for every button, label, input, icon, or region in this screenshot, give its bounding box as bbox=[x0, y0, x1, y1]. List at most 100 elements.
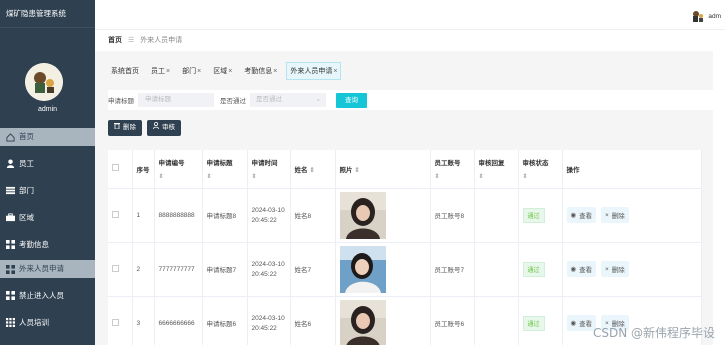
avatar[interactable] bbox=[25, 63, 63, 101]
close-icon[interactable]: × bbox=[273, 68, 277, 75]
tab-attendance[interactable]: 考勤信息× bbox=[241, 63, 280, 79]
cell-account: 员工账号8 bbox=[430, 188, 475, 243]
row-checkbox[interactable] bbox=[112, 264, 119, 272]
view-button[interactable]: ◉ 查看 bbox=[566, 260, 597, 277]
home-icon bbox=[5, 132, 16, 142]
column-header: 操作 bbox=[562, 150, 702, 189]
row-checkbox[interactable] bbox=[112, 210, 119, 218]
sidebar-item-home[interactable]: 首页 bbox=[0, 128, 95, 146]
eye-icon: ◉ bbox=[570, 319, 577, 327]
column-header-label: 审核回复 bbox=[478, 160, 505, 168]
sort-icon[interactable]: ⇕ bbox=[309, 167, 314, 174]
main-content: 首页 ☰ 外来人员申请 系统首页 员工× 部门× 区域× 考勤信息× 外来人员申… bbox=[95, 30, 725, 345]
sort-icon[interactable]: ⇕ bbox=[523, 173, 562, 180]
tab-area[interactable]: 区域× bbox=[210, 63, 235, 79]
column-header[interactable]: 审核状态 ⇕ bbox=[518, 150, 563, 189]
sort-icon[interactable]: ⇕ bbox=[354, 167, 359, 174]
cell-account: 员工账号6 bbox=[430, 296, 475, 345]
sidebar-item-label: 禁止进入人员 bbox=[19, 291, 64, 300]
sidebar-item-staff[interactable]: 员工 bbox=[0, 150, 95, 177]
row-delete-button[interactable]: × 删除 bbox=[600, 207, 629, 224]
close-icon[interactable]: × bbox=[197, 68, 201, 75]
close-icon[interactable]: × bbox=[333, 68, 337, 75]
cell-date: 2024-03-10 bbox=[251, 206, 285, 214]
select-all-checkbox[interactable] bbox=[112, 164, 119, 172]
cell-operations: ◉ 查看 × 删除 bbox=[562, 188, 702, 243]
tab-department[interactable]: 部门× bbox=[179, 63, 204, 79]
applicant-photo[interactable] bbox=[339, 299, 386, 345]
tab-label: 员工 bbox=[151, 68, 165, 75]
column-header[interactable]: 照片 ⇕ bbox=[335, 150, 431, 189]
sidebar-item-area[interactable]: 区域 bbox=[0, 204, 95, 231]
cell-index: 1 bbox=[132, 188, 155, 243]
column-header[interactable]: 审核回复 ⇕ bbox=[474, 150, 519, 189]
view-button[interactable]: ◉ 查看 bbox=[566, 206, 597, 223]
status-badge: 通过 bbox=[522, 207, 545, 223]
tab-visitor-application[interactable]: 外来人员申请× bbox=[286, 62, 342, 80]
delete-button[interactable]: 删除 bbox=[108, 120, 142, 136]
sidebar-item-attendance[interactable]: 考勤信息 bbox=[0, 231, 95, 258]
close-icon[interactable]: × bbox=[228, 68, 232, 75]
sidebar-item-label: 人员培训 bbox=[19, 318, 49, 327]
pass-filter-label: 是否通过 bbox=[220, 98, 246, 105]
cell-code: 6666666666 bbox=[154, 296, 203, 345]
sidebar-item-department[interactable]: 部门 bbox=[0, 177, 95, 204]
column-header[interactable]: 员工账号 ⇕ bbox=[430, 150, 475, 189]
row-delete-button[interactable]: × 删除 bbox=[600, 261, 629, 278]
sort-icon[interactable]: ⇕ bbox=[435, 173, 474, 180]
query-button[interactable]: 查询 bbox=[336, 92, 367, 108]
tab-staff[interactable]: 员工× bbox=[148, 63, 173, 79]
breadcrumb-home[interactable]: 首页 bbox=[108, 37, 122, 44]
sort-icon[interactable]: ⇕ bbox=[252, 173, 290, 180]
select-all-checkbox-cell bbox=[108, 150, 133, 189]
cell-name: 姓名7 bbox=[290, 242, 336, 297]
review-button-label: 审核 bbox=[162, 124, 175, 131]
sidebar-item-label: 部门 bbox=[19, 186, 34, 195]
pass-filter-select[interactable]: 是否通过 ⌄ bbox=[250, 93, 326, 107]
status-badge: 通过 bbox=[522, 315, 545, 331]
cell-title: 申请标题6 bbox=[202, 296, 248, 345]
applicant-photo[interactable] bbox=[339, 245, 386, 293]
column-header[interactable]: 申请时间 ⇕ bbox=[247, 150, 291, 189]
apps-icon bbox=[5, 318, 16, 327]
sidebar-item-training[interactable]: 人员培训 bbox=[0, 309, 95, 336]
sort-icon[interactable]: ⇕ bbox=[479, 173, 518, 180]
column-header: 序号 bbox=[132, 150, 155, 189]
sidebar-item-visitor-application[interactable]: 外来人员申请 bbox=[0, 260, 95, 278]
applicant-photo[interactable] bbox=[339, 191, 386, 239]
tab-system-home[interactable]: 系统首页 bbox=[108, 63, 142, 79]
breadcrumb-current: 外来人员申请 bbox=[140, 37, 183, 44]
column-header[interactable]: 姓名 ⇕ bbox=[290, 150, 336, 189]
view-button-label: 查看 bbox=[579, 320, 593, 328]
column-header[interactable]: 申请编号 ⇕ bbox=[154, 150, 203, 189]
eye-icon: ◉ bbox=[570, 265, 577, 273]
sidebar-item-banned-personnel[interactable]: 禁止进入人员 bbox=[0, 282, 95, 309]
column-header-label: 申请标题 bbox=[206, 160, 233, 168]
sidebar-item-label: 员工 bbox=[19, 159, 34, 168]
close-icon[interactable]: × bbox=[166, 68, 170, 75]
tab-label: 考勤信息 bbox=[244, 68, 273, 75]
top-username: adm bbox=[708, 12, 721, 20]
sort-icon[interactable]: ⇕ bbox=[159, 173, 202, 180]
cell-status: 通过 bbox=[518, 242, 563, 297]
row-checkbox-cell bbox=[108, 242, 133, 297]
cell-reply bbox=[474, 188, 519, 243]
title-filter-input[interactable]: 申请标题 bbox=[138, 93, 214, 107]
sort-icon[interactable]: ⇕ bbox=[207, 173, 247, 180]
cell-index: 3 bbox=[132, 296, 155, 345]
avatar-name: admin bbox=[37, 106, 58, 113]
status-badge: 通过 bbox=[522, 261, 545, 277]
breadcrumb-separator-icon: ☰ bbox=[127, 37, 135, 44]
list-icon bbox=[5, 186, 16, 195]
review-button[interactable]: 审核 bbox=[147, 120, 181, 136]
table-row: 1 8888888888 申请标题8 2024-03-10 20:45:22 姓名… bbox=[108, 188, 702, 243]
cell-date: 2024-03-10 bbox=[251, 314, 285, 322]
cell-title: 申请标题7 bbox=[202, 242, 248, 297]
view-button[interactable]: ◉ 查看 bbox=[566, 314, 597, 331]
user-menu[interactable]: adm bbox=[692, 10, 721, 22]
cell-reply bbox=[474, 242, 519, 297]
sidebar-item-label: 考勤信息 bbox=[19, 240, 49, 249]
column-header[interactable]: 申请标题 ⇕ bbox=[202, 150, 248, 189]
cell-code: 7777777777 bbox=[154, 242, 203, 297]
row-checkbox[interactable] bbox=[112, 318, 119, 326]
